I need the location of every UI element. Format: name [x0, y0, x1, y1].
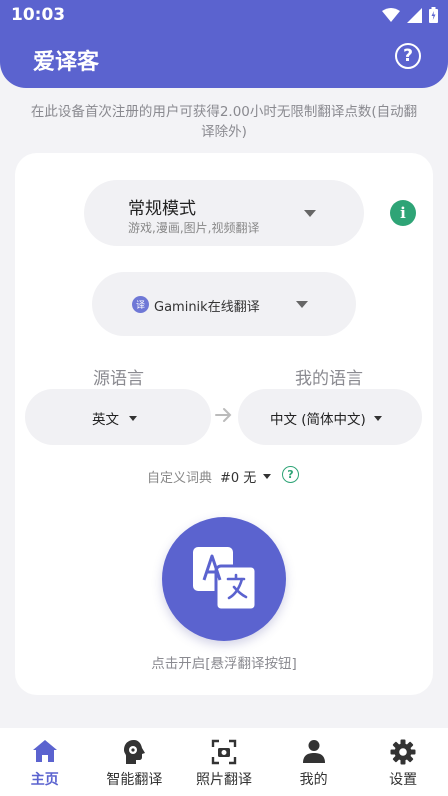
dropdown-arrow-icon [374, 416, 382, 421]
dropdown-arrow-icon [296, 301, 308, 308]
dictionary-label: 自定义词典 [147, 471, 213, 486]
status-time: 10:03 [11, 5, 66, 25]
arrow-right-icon[interactable] [214, 405, 234, 425]
ai-head-icon [124, 740, 146, 764]
bottom-navigation: 主页 智能翻译 照片翻译 我的 设置 [0, 728, 448, 796]
target-language-button[interactable]: 中文 (简体中文) [238, 389, 422, 445]
gear-icon [390, 739, 416, 765]
person-icon [302, 740, 325, 763]
floating-button-hint: 点击开启[悬浮翻译按钮] [151, 656, 297, 672]
nav-item-smart-translate[interactable]: 智能翻译 [90, 728, 180, 796]
nav-item-photo-translate[interactable]: 照片翻译 [179, 728, 269, 796]
nav-item-home[interactable]: 主页 [0, 728, 90, 796]
status-bar: 10:03 [0, 0, 448, 30]
dropdown-arrow-icon [304, 210, 316, 217]
floating-translate-button[interactable] [162, 517, 286, 641]
mode-dropdown[interactable]: 常规模式 游戏,漫画,图片,视频翻译 [84, 180, 364, 246]
question-icon: ? [403, 45, 413, 66]
photo-scan-icon [211, 739, 237, 765]
dropdown-arrow-icon [129, 416, 137, 421]
status-icons [382, 7, 438, 23]
info-icon[interactable]: i [390, 200, 416, 226]
source-language-heading: 源语言 [93, 369, 144, 389]
battery-icon [429, 7, 438, 23]
wifi-icon [382, 7, 400, 22]
dropdown-arrow-icon [263, 474, 272, 479]
dictionary-help-icon[interactable]: ? [282, 466, 299, 483]
home-icon [32, 740, 57, 762]
source-language-value: 英文 [92, 412, 119, 428]
mode-subtitle: 游戏,漫画,图片,视频翻译 [128, 221, 260, 235]
nav-label: 智能翻译 [106, 772, 163, 788]
app-title: 爱译客 [33, 50, 100, 75]
nav-label: 主页 [30, 772, 59, 788]
nav-item-settings[interactable]: 设置 [358, 728, 448, 796]
nav-label: 设置 [389, 772, 418, 788]
nav-item-profile[interactable]: 我的 [269, 728, 359, 796]
translate-icon [193, 547, 258, 612]
dictionary-row: 自定义词典 #0 无 [147, 467, 272, 486]
dictionary-dropdown[interactable]: #0 无 [220, 467, 272, 486]
target-language-value: 中文 (简体中文) [270, 412, 366, 428]
mode-title: 常规模式 [128, 199, 196, 219]
nav-label: 我的 [299, 772, 328, 788]
signal-icon [407, 7, 422, 23]
engine-label: Gaminik在线翻译 [154, 300, 260, 315]
target-language-heading: 我的语言 [295, 369, 363, 389]
translate-engine-icon: 译 [132, 296, 149, 313]
dictionary-value: #0 无 [220, 471, 257, 486]
nav-label: 照片翻译 [195, 772, 252, 788]
app-header: 10:03 爱译客 ? [0, 0, 448, 88]
engine-dropdown[interactable]: 译 Gaminik在线翻译 [92, 272, 356, 336]
registration-notice: 在此设备首次注册的用户可获得2.00小时无限制翻译点数(自动翻译除外) [30, 104, 418, 140]
help-button[interactable]: ? [395, 43, 421, 69]
source-language-button[interactable]: 英文 [25, 389, 211, 445]
